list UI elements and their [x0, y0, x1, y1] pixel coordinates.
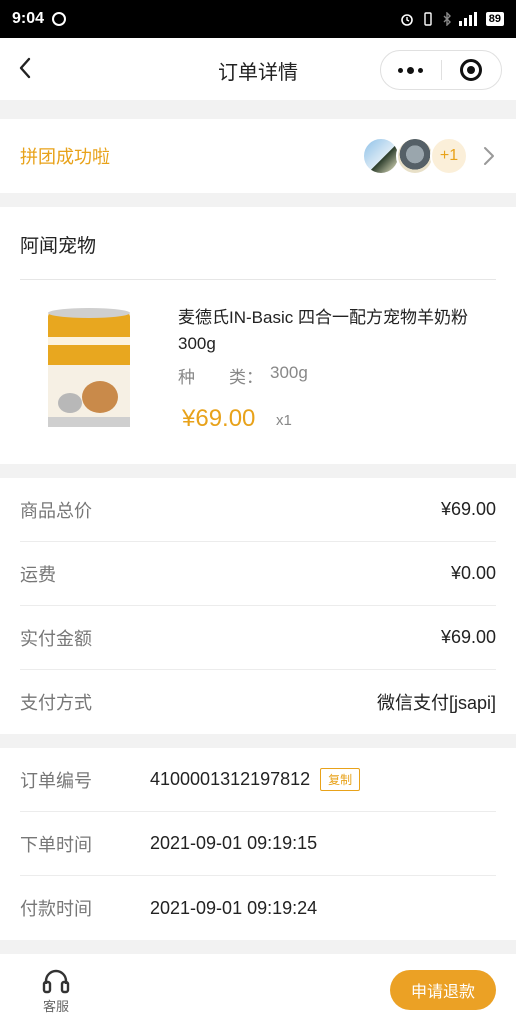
bluetooth-icon	[443, 12, 451, 26]
group-success-row[interactable]: 拼团成功啦 +1	[0, 119, 516, 193]
avatar	[396, 137, 434, 175]
customer-service-label: 客服	[42, 999, 69, 1014]
product-title[interactable]: 麦德氏IN-Basic 四合一配方宠物羊奶粉 300g	[178, 305, 496, 357]
store-name: 阿闻宠物	[20, 236, 97, 257]
spec-value: 300g	[270, 363, 308, 382]
status-time: 9:04	[12, 10, 45, 27]
customer-service-button[interactable]: 客服	[36, 968, 76, 1015]
order-number: 4100001312197812 复制	[150, 768, 361, 791]
battery-icon: 89	[485, 12, 504, 26]
network-icon	[52, 12, 67, 26]
more-dot-icon	[418, 67, 424, 73]
order-paid-time: 2021-09-01 09:19:24	[150, 897, 318, 918]
bottom-bar: 客服 申请退款	[0, 954, 516, 1024]
product-image[interactable]	[40, 305, 138, 433]
more-dot-icon	[398, 67, 404, 73]
product-spec: 种 类： 300g	[178, 363, 308, 388]
order-created-time: 2021-09-01 09:19:15	[150, 833, 318, 853]
price-summary: 商品总价 ¥69.00 运费 ¥0.00 实付金额 ¥69.00 支付方式 微信…	[0, 478, 516, 734]
summary-row: 支付方式 微信支付[jsapi]	[20, 670, 496, 734]
nav-bar: 订单详情	[0, 38, 516, 100]
spec-label: 种 类：	[178, 368, 263, 387]
summary-value: ¥69.00	[440, 627, 496, 647]
status-bar: 9:04 89	[0, 0, 516, 38]
order-row: 订单编号 4100001312197812 复制	[20, 748, 496, 812]
alarm-icon	[400, 14, 413, 26]
order-label: 付款时间	[20, 899, 92, 919]
summary-label: 支付方式	[20, 693, 92, 713]
signal-icon	[458, 12, 477, 26]
product-quantity: x1	[276, 412, 292, 429]
status-icons: 89	[400, 12, 504, 26]
summary-label: 运费	[20, 564, 56, 585]
group-avatars: +1	[362, 137, 468, 175]
order-row: 下单时间 2021-09-01 09:19:15	[20, 812, 496, 876]
summary-row: 运费 ¥0.00	[20, 542, 496, 606]
more-button[interactable]	[381, 51, 441, 89]
summary-value: ¥69.00	[440, 499, 496, 519]
summary-row: 实付金额 ¥69.00	[20, 606, 496, 670]
summary-label: 实付金额	[20, 628, 92, 649]
divider	[20, 279, 496, 280]
order-number-value: 4100001312197812	[150, 769, 311, 789]
headset-icon	[42, 969, 70, 994]
order-label: 下单时间	[20, 834, 92, 855]
copy-button[interactable]: 复制	[320, 768, 361, 791]
close-miniprogram-button[interactable]	[441, 51, 501, 89]
chevron-right-icon	[484, 147, 494, 165]
summary-value: ¥0.00	[450, 563, 496, 583]
vibrate-icon	[424, 12, 432, 26]
refund-button[interactable]: 申请退款	[390, 970, 496, 1010]
group-success-label: 拼团成功啦	[20, 147, 110, 167]
extra-members-badge: +1	[430, 137, 468, 175]
summary-label: 商品总价	[20, 500, 92, 521]
avatar	[362, 137, 400, 175]
order-row: 付款时间 2021-09-01 09:19:24	[20, 876, 496, 940]
miniprogram-capsule	[380, 50, 502, 90]
more-dot-icon	[407, 66, 415, 74]
store-card: 阿闻宠物 麦德氏IN-Basic 四合一配方宠物羊奶粉 300g 种 类： 30…	[0, 207, 516, 464]
order-info: 订单编号 4100001312197812 复制 下单时间 2021-09-01…	[0, 748, 516, 940]
summary-row: 商品总价 ¥69.00	[20, 478, 496, 542]
order-label: 订单编号	[20, 770, 92, 791]
summary-value: 微信支付[jsapi]	[376, 693, 496, 713]
target-icon	[460, 59, 483, 81]
product-price: ¥69.00	[182, 405, 256, 432]
